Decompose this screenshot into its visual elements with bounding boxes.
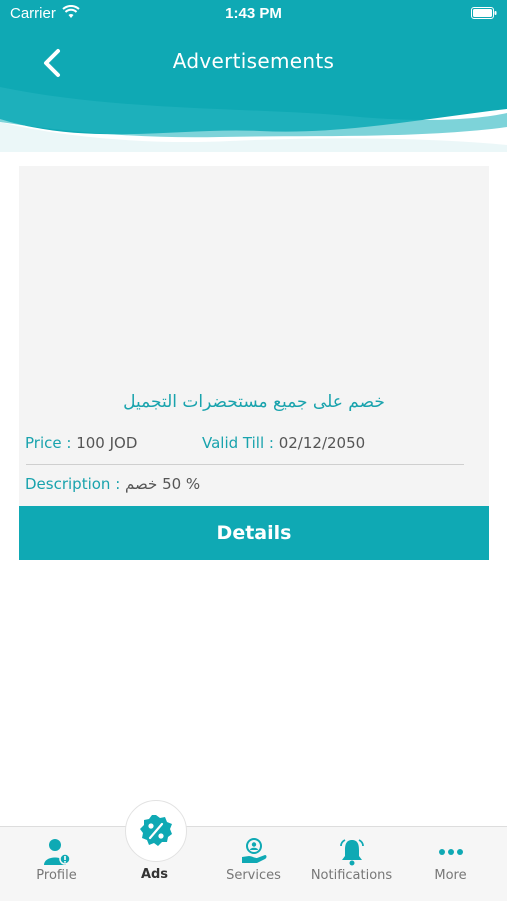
price-label: Price : [25,434,77,452]
description-value: % 50 خصم [125,475,201,493]
ad-info-row: Price : 100 JOD Valid Till : 02/12/2050 [19,434,489,456]
services-icon [241,838,266,863]
tab-label-notifications: Notifications [310,868,393,883]
divider [26,464,464,465]
ads-tab-bubble[interactable] [125,800,187,862]
more-dots-icon [438,849,463,855]
ad-price: Price : 100 JOD [25,434,137,452]
ad-description: Description : % 50 خصم [25,475,200,493]
description-label: Description : [25,475,126,493]
tab-profile[interactable]: Profile [6,827,107,901]
tab-more[interactable]: More [400,827,501,901]
tab-services[interactable]: Services [203,827,304,901]
tab-label-ads: Ads [140,867,169,882]
header: Advertisements [0,27,507,152]
price-value: 100 JOD [76,434,138,452]
page-title: Advertisements [172,49,335,73]
header-wave-background [0,27,507,152]
tab-label-profile: Profile [36,868,77,883]
battery-icon [471,7,497,19]
percent-badge-icon [140,815,172,846]
ad-valid-till: Valid Till : 02/12/2050 [202,434,365,452]
valid-till-label: Valid Till : [202,434,279,452]
tab-notifications[interactable]: Notifications [301,827,402,901]
profile-icon [43,839,71,865]
tab-label-services: Services [226,868,281,883]
ad-title: خصم على جميع مستحضرات التجميل [123,392,385,412]
status-bar: Carrier 1:43 PM [0,0,507,27]
ad-image-placeholder [19,166,489,388]
tab-bar: Profile Ads Services Notifications More [0,826,507,901]
status-time: 1:43 PM [225,5,282,22]
bell-icon [339,839,364,866]
tab-label-more: More [434,868,467,883]
details-button[interactable]: Details [19,506,489,560]
valid-till-value: 02/12/2050 [278,434,366,452]
ad-card[interactable]: خصم على جميع مستحضرات التجميل Price : 10… [19,166,489,506]
